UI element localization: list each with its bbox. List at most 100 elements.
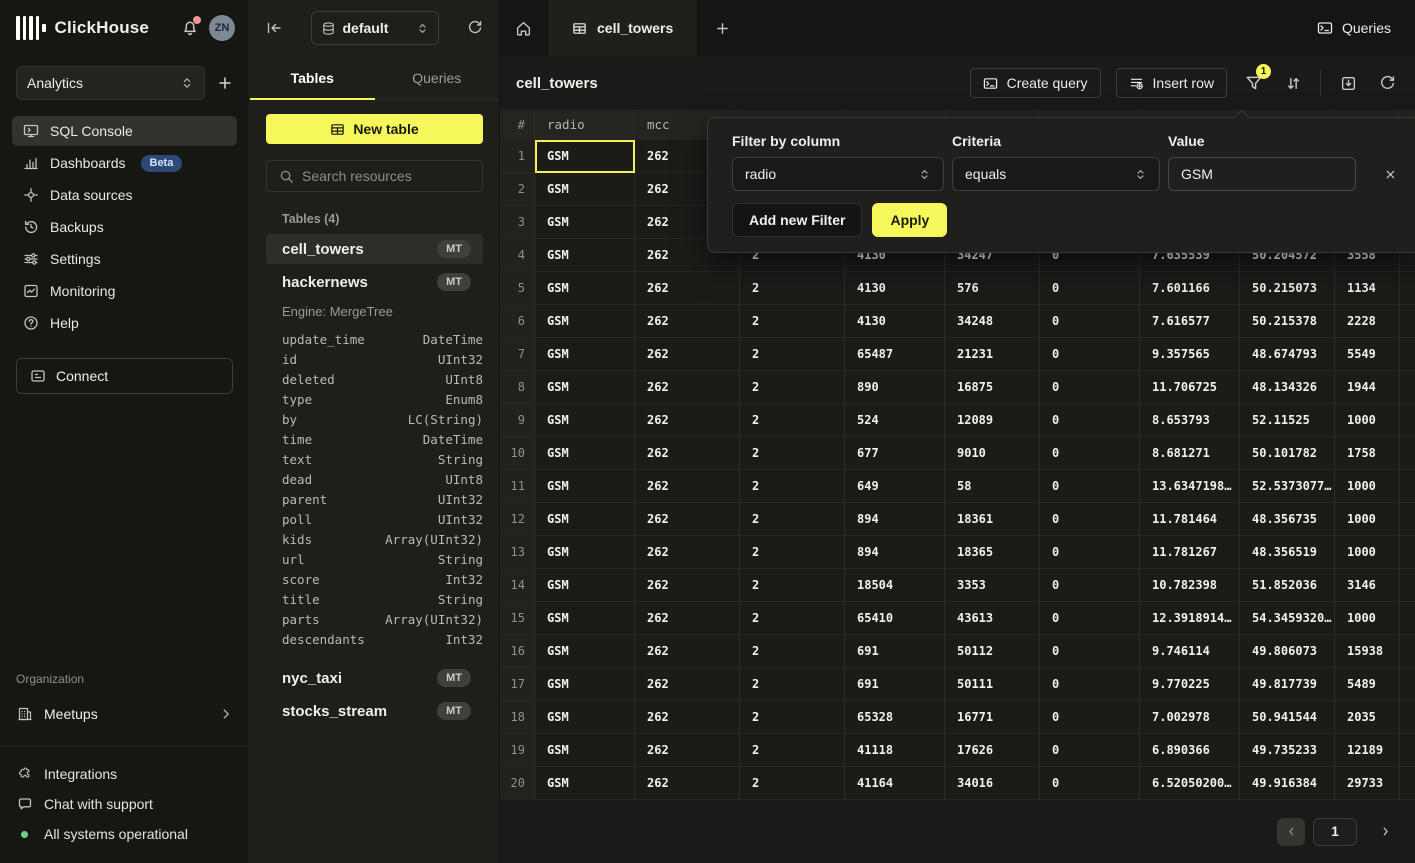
table-cell[interactable]: 17626 xyxy=(945,734,1040,767)
table-cell[interactable]: 12.3918914… xyxy=(1140,602,1240,635)
table-cell[interactable]: 52.5373077… xyxy=(1240,470,1335,503)
filter-button[interactable]: 1 xyxy=(1242,71,1266,95)
table-cell[interactable]: 41118 xyxy=(845,734,945,767)
table-cell[interactable]: GSM xyxy=(535,437,635,470)
row-number[interactable]: 12 xyxy=(500,503,535,536)
table-cell[interactable]: 50.941544 xyxy=(1240,701,1335,734)
table-cell[interactable]: 2 xyxy=(740,272,845,305)
table-cell[interactable]: 0 xyxy=(1040,338,1140,371)
table-cell[interactable]: 2 xyxy=(740,404,845,437)
table-cell[interactable]: 2 xyxy=(740,536,845,569)
table-cell[interactable]: 21231 xyxy=(945,338,1040,371)
table-cell[interactable]: 16875 xyxy=(945,371,1040,404)
row-number[interactable]: 5 xyxy=(500,272,535,305)
sidebar-footer-integrations[interactable]: Integrations xyxy=(16,761,233,787)
current-page[interactable]: 1 xyxy=(1313,818,1357,846)
table-cell[interactable]: 7.616577 xyxy=(1140,305,1240,338)
row-number[interactable]: 9 xyxy=(500,404,535,437)
row-number[interactable]: 13 xyxy=(500,536,535,569)
table-cell[interactable]: 4130 xyxy=(845,272,945,305)
table-cell[interactable]: 0 xyxy=(1040,371,1140,404)
table-cell[interactable]: 41164 xyxy=(845,767,945,800)
table-cell[interactable]: 16771 xyxy=(945,701,1040,734)
table-cell[interactable]: 34016 xyxy=(945,767,1040,800)
table-cell[interactable]: 11.781267 xyxy=(1140,536,1240,569)
table-cell[interactable]: 8.681271 xyxy=(1140,437,1240,470)
home-tab[interactable] xyxy=(500,0,548,56)
column-header-rownum[interactable]: # xyxy=(500,110,535,140)
table-cell[interactable]: 894 xyxy=(845,536,945,569)
row-number[interactable]: 15 xyxy=(500,602,535,635)
table-cell[interactable]: GSM xyxy=(535,206,635,239)
table-cell[interactable]: 65410 xyxy=(845,602,945,635)
table-cell[interactable]: 0 xyxy=(1040,470,1140,503)
tab-queries[interactable]: Queries xyxy=(375,56,500,99)
row-number[interactable]: 1 xyxy=(500,140,535,173)
table-cell[interactable]: GSM xyxy=(535,470,635,503)
table-cell[interactable]: 2 xyxy=(740,437,845,470)
table-cell[interactable]: 262 xyxy=(635,635,740,668)
table-cell[interactable]: GSM xyxy=(535,635,635,668)
table-cell[interactable]: 2 xyxy=(740,668,845,701)
row-number[interactable]: 2 xyxy=(500,173,535,206)
table-cell[interactable]: GSM xyxy=(535,734,635,767)
database-select[interactable]: default xyxy=(311,11,439,45)
download-button[interactable] xyxy=(1336,71,1360,95)
table-cell[interactable]: 677 xyxy=(845,437,945,470)
table-cell[interactable]: 5489 xyxy=(1335,668,1400,701)
sidebar-item-settings[interactable]: Settings xyxy=(12,244,237,274)
table-list-item-hackernews[interactable]: hackernews MT xyxy=(266,267,483,297)
row-number[interactable]: 6 xyxy=(500,305,535,338)
table-cell[interactable]: 2035 xyxy=(1335,701,1400,734)
table-cell[interactable]: 2228 xyxy=(1335,305,1400,338)
sidebar-item-help[interactable]: Help xyxy=(12,308,237,338)
table-cell[interactable]: 262 xyxy=(635,371,740,404)
table-cell[interactable]: GSM xyxy=(535,602,635,635)
avatar[interactable]: ZN xyxy=(209,15,235,41)
tab-cell-towers[interactable]: cell_towers xyxy=(548,0,698,56)
row-number[interactable]: 10 xyxy=(500,437,535,470)
new-table-button[interactable]: New table xyxy=(266,114,483,144)
table-cell[interactable]: 2 xyxy=(740,569,845,602)
table-cell[interactable]: 262 xyxy=(635,437,740,470)
table-cell[interactable]: 1000 xyxy=(1335,503,1400,536)
sidebar-footer-all-systems-operational[interactable]: All systems operational xyxy=(16,821,233,847)
sidebar-footer-chat-with-support[interactable]: Chat with support xyxy=(16,791,233,817)
table-cell[interactable]: 4130 xyxy=(845,305,945,338)
add-new-filter-button[interactable]: Add new Filter xyxy=(732,203,862,237)
table-cell[interactable]: 9.746114 xyxy=(1140,635,1240,668)
table-cell[interactable]: GSM xyxy=(535,767,635,800)
table-cell[interactable]: 43613 xyxy=(945,602,1040,635)
table-cell[interactable]: 10.782398 xyxy=(1140,569,1240,602)
table-cell[interactable]: 6.890366 xyxy=(1140,734,1240,767)
table-cell[interactable]: 262 xyxy=(635,272,740,305)
table-cell[interactable]: 54.3459320… xyxy=(1240,602,1335,635)
table-cell[interactable]: 48.674793 xyxy=(1240,338,1335,371)
workspace-select[interactable]: Analytics xyxy=(16,66,205,100)
table-cell[interactable]: 262 xyxy=(635,470,740,503)
next-page-button[interactable] xyxy=(1373,818,1397,846)
table-cell[interactable]: 6.52050200… xyxy=(1140,767,1240,800)
row-number[interactable]: 18 xyxy=(500,701,535,734)
row-number[interactable]: 3 xyxy=(500,206,535,239)
table-cell[interactable]: 262 xyxy=(635,305,740,338)
table-cell[interactable]: GSM xyxy=(535,668,635,701)
table-cell[interactable]: 262 xyxy=(635,503,740,536)
table-cell[interactable]: 50111 xyxy=(945,668,1040,701)
table-cell[interactable]: 48.134326 xyxy=(1240,371,1335,404)
table-cell[interactable]: 576 xyxy=(945,272,1040,305)
table-cell[interactable]: 9.770225 xyxy=(1140,668,1240,701)
table-cell[interactable]: GSM xyxy=(535,272,635,305)
table-list-item-cell-towers[interactable]: cell_towers MT xyxy=(266,234,483,264)
sidebar-item-dashboards[interactable]: DashboardsBeta xyxy=(12,148,237,178)
table-cell[interactable]: 1000 xyxy=(1335,536,1400,569)
table-cell[interactable]: 49.806073 xyxy=(1240,635,1335,668)
table-cell[interactable]: 7.002978 xyxy=(1140,701,1240,734)
table-cell[interactable]: 2 xyxy=(740,503,845,536)
table-cell[interactable]: 5549 xyxy=(1335,338,1400,371)
row-number[interactable]: 17 xyxy=(500,668,535,701)
table-cell[interactable]: 15938 xyxy=(1335,635,1400,668)
table-cell[interactable]: GSM xyxy=(535,338,635,371)
table-cell[interactable]: 0 xyxy=(1040,536,1140,569)
table-cell[interactable]: 11.706725 xyxy=(1140,371,1240,404)
